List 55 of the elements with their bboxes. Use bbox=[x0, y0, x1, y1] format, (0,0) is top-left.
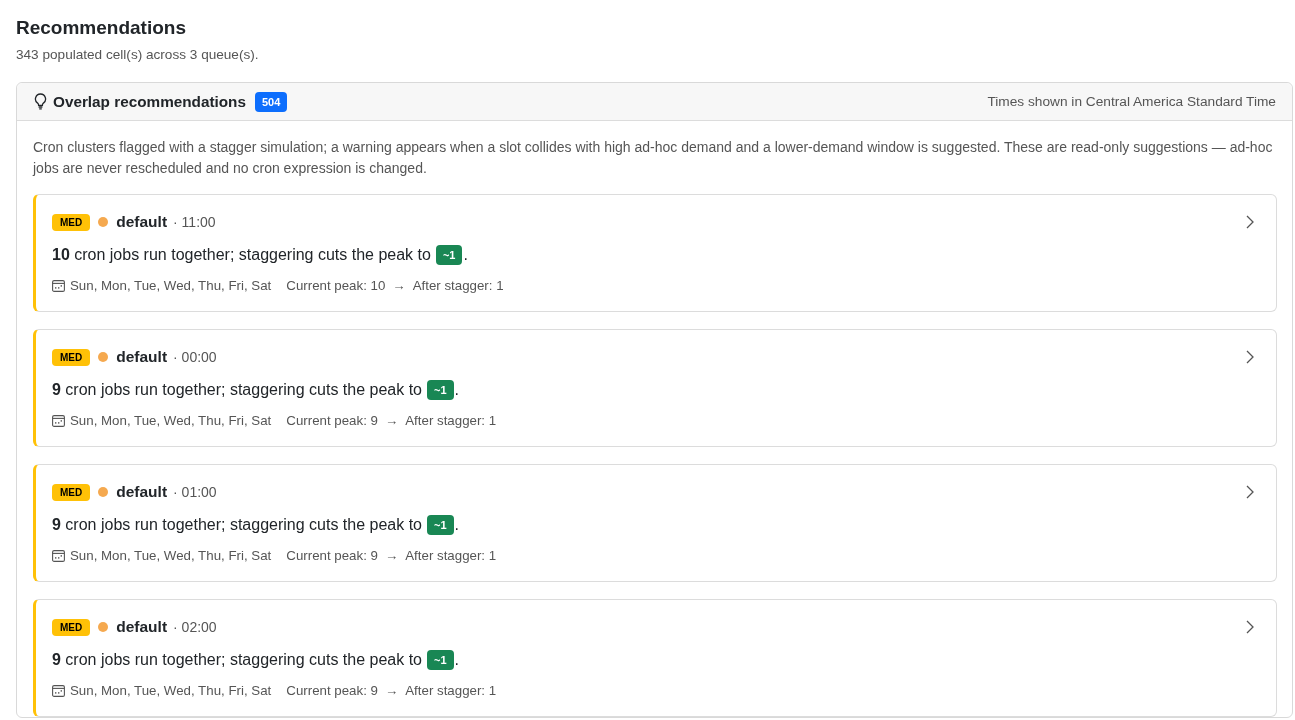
slot-time: · 02:00 bbox=[173, 619, 217, 635]
summary-period: . bbox=[463, 246, 468, 264]
arrow-text: → bbox=[384, 682, 399, 698]
target-peak-badge: ~1 bbox=[435, 245, 463, 265]
summary-period: . bbox=[454, 516, 459, 534]
calendar-icon bbox=[52, 683, 65, 697]
count-badge: 504 bbox=[255, 91, 288, 112]
after-stagger: After stagger: 1 bbox=[405, 682, 497, 698]
panel-title: Overlap recommendations bbox=[53, 92, 246, 111]
calendar-icon bbox=[52, 413, 65, 427]
slot-time: · 00:00 bbox=[173, 349, 217, 365]
lightbulb-icon bbox=[34, 93, 47, 110]
schedule-days: Sun, Mon, Tue, Wed, Thu, Fri, Sat bbox=[70, 277, 272, 293]
summary-text: 9 cron jobs run together; staggering cuts the peak to bbox=[52, 516, 422, 534]
calendar-icon bbox=[52, 278, 65, 292]
slot-time: · 11:00 bbox=[173, 214, 216, 230]
arrow-text: → bbox=[384, 547, 399, 563]
chevron-right-icon[interactable] bbox=[1246, 485, 1254, 499]
description-text: Cron clusters flagged with a stagger simulation; a warning appears when a slot collides with high ad-hoc demand and a lower-demand window is suggested. These are read-only suggestions — ad-hoc jobs are never rescheduled and no cron expression is changed. bbox=[33, 138, 1274, 178]
target-peak-badge: ~1 bbox=[427, 380, 454, 400]
current-peak: Current peak: 10 bbox=[286, 277, 386, 293]
summary-text: 9 cron jobs run together; staggering cuts the peak to bbox=[52, 651, 422, 669]
page-subtitle: 343 populated cell(s) across 3 queue(s). bbox=[16, 46, 260, 64]
current-peak: Current peak: 9 bbox=[286, 412, 378, 428]
page-title: Recommendations bbox=[16, 16, 187, 40]
chevron-right-icon[interactable] bbox=[1246, 215, 1254, 229]
after-stagger: After stagger: 1 bbox=[405, 547, 497, 563]
schedule-days: Sun, Mon, Tue, Wed, Thu, Fri, Sat bbox=[70, 682, 272, 698]
arrow-text: → bbox=[384, 412, 399, 428]
queue-name: default bbox=[116, 483, 168, 501]
after-stagger: After stagger: 1 bbox=[405, 412, 497, 428]
timezone-note: Times shown in Central America Standard Time bbox=[987, 94, 1276, 109]
chevron-right-icon[interactable] bbox=[1246, 620, 1254, 634]
severity-badge: MED bbox=[52, 618, 91, 636]
queue-name: default bbox=[116, 348, 168, 366]
severity-badge: MED bbox=[52, 483, 91, 501]
summary-period: . bbox=[454, 651, 459, 669]
target-peak-badge: ~1 bbox=[427, 650, 454, 670]
schedule-days: Sun, Mon, Tue, Wed, Thu, Fri, Sat bbox=[70, 412, 272, 428]
summary-period: . bbox=[454, 381, 459, 399]
queue-name: default bbox=[116, 213, 168, 231]
after-stagger: After stagger: 1 bbox=[412, 277, 504, 293]
arrow-text: → bbox=[392, 277, 406, 293]
current-peak: Current peak: 9 bbox=[286, 682, 378, 698]
schedule-days: Sun, Mon, Tue, Wed, Thu, Fri, Sat bbox=[70, 547, 272, 563]
queue-name: default bbox=[116, 618, 168, 636]
chevron-right-icon[interactable] bbox=[1246, 350, 1254, 364]
severity-badge: MED bbox=[52, 213, 91, 231]
summary-text: 10 cron jobs run together; staggering cuts the peak to bbox=[52, 246, 431, 264]
summary-text: 9 cron jobs run together; staggering cuts the peak to bbox=[52, 381, 422, 399]
severity-badge: MED bbox=[52, 348, 91, 366]
slot-time: · 01:00 bbox=[173, 484, 217, 500]
target-peak-badge: ~1 bbox=[427, 515, 454, 535]
current-peak: Current peak: 9 bbox=[286, 547, 378, 563]
calendar-icon bbox=[52, 548, 65, 562]
